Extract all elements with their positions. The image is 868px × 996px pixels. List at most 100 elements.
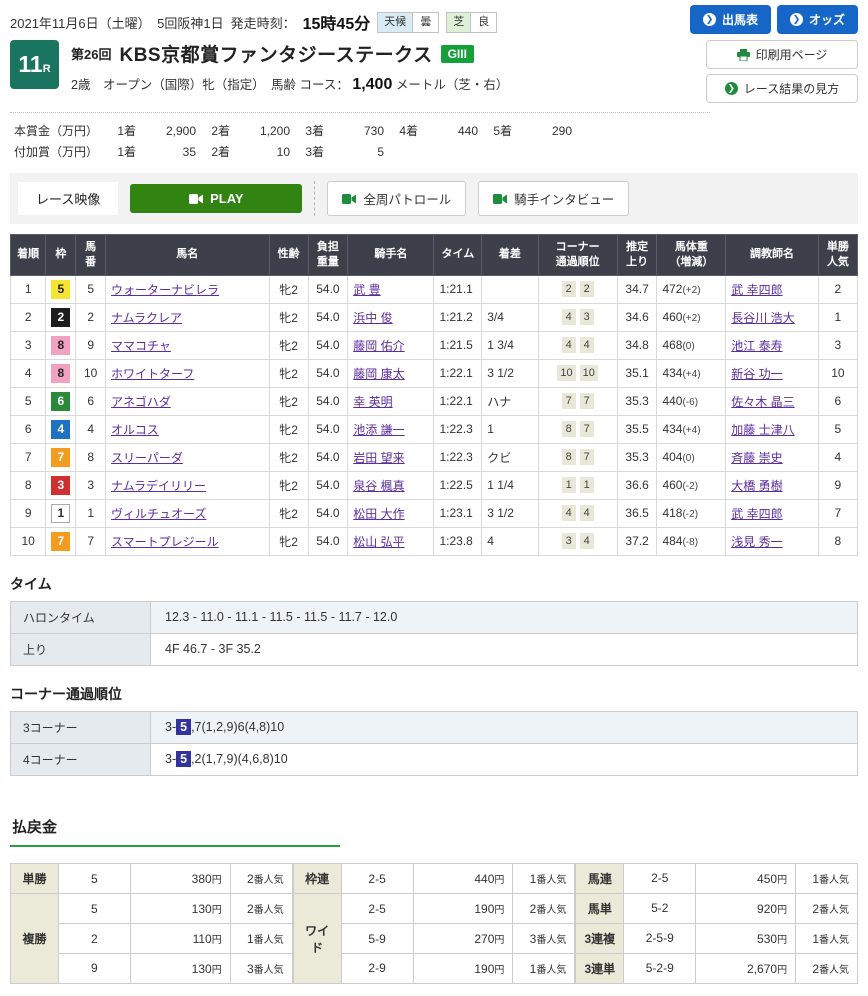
fav-unit: 番人気 (254, 875, 284, 886)
trio-fav: 1番人気 (796, 923, 858, 953)
trainer-cell: 浅見 秀一 (726, 527, 819, 555)
horse-link[interactable]: アネゴハダ (111, 395, 171, 409)
horse-link[interactable]: スリーパーダ (111, 451, 183, 465)
col-number: 馬 番 (76, 235, 106, 276)
horse-weight: 404 (662, 450, 682, 464)
waku-badge: 4 (51, 420, 70, 439)
amount-value: 130 (192, 962, 212, 976)
table-row: 9 1 1 ヴィルチュオーズ 牝2 54.0 松田 大作 1:23.1 3 1/… (11, 499, 858, 527)
trainer-link[interactable]: 大橋 勇樹 (731, 479, 782, 493)
horse-link[interactable]: オルコス (111, 423, 159, 437)
trainer-link[interactable]: 池江 泰寿 (731, 339, 782, 353)
waku-cell: 8 (46, 359, 76, 387)
horse-link[interactable]: ウォーターナビレラ (111, 283, 219, 297)
col-waku: 枠 (46, 235, 76, 276)
weather-badge: 天候 曇 (377, 12, 439, 33)
trio-label: 3連複 (576, 923, 624, 953)
corner-order-cell: 87 (538, 443, 617, 471)
trainer-link[interactable]: 斉藤 崇史 (731, 451, 782, 465)
place-fav: 1番人気 (230, 924, 292, 954)
entries-button[interactable]: ❯ 出馬表 (690, 5, 771, 34)
odds-button[interactable]: ❯ オッズ (777, 5, 858, 34)
corner-pass-1: 4 (562, 309, 576, 325)
fav-value: 2 (247, 902, 254, 916)
trainer-link[interactable]: 武 幸四郎 (731, 507, 782, 521)
finish-position: 7 (11, 443, 46, 471)
play-button[interactable]: PLAY (130, 184, 302, 213)
fav-unit: 番人気 (536, 965, 566, 976)
horse-link[interactable]: ナムラデイリリー (111, 479, 206, 493)
trio-amount: 530円 (696, 923, 796, 953)
corner-order-cell: 22 (538, 275, 617, 303)
jockey-link[interactable]: 武 豊 (353, 283, 380, 297)
quinella-amount: 450円 (696, 863, 796, 893)
place-label: 3着 (294, 142, 326, 161)
fav-unit: 番人気 (254, 935, 284, 946)
race-video-button[interactable]: レース映像 (18, 182, 118, 215)
win-label: 単勝 (11, 863, 59, 894)
time-cell: 1:22.3 (434, 443, 482, 471)
fav-unit: 番人気 (819, 905, 849, 916)
horse-link[interactable]: ヴィルチュオーズ (111, 507, 206, 521)
trainer-link[interactable]: 佐々木 晶三 (731, 395, 794, 409)
prize-amount: 5 (328, 142, 386, 161)
side-actions: 印刷用ページ ❯ レース結果の見方 (706, 40, 858, 103)
place-row: 複勝 5 130円 2番人気 (11, 894, 293, 924)
jockey-link[interactable]: 松田 大作 (353, 507, 404, 521)
jockey-cell: 武 豊 (348, 275, 434, 303)
patrol-video-button[interactable]: 全周パトロール (327, 181, 466, 216)
trainer-link[interactable]: 武 幸四郎 (731, 283, 782, 297)
horse-name-cell: ヴィルチュオーズ (106, 499, 270, 527)
place-combo: 5 (58, 894, 130, 924)
jockey-interview-button[interactable]: 騎手インタビュー (478, 181, 629, 216)
horse-link[interactable]: スマートプレジール (111, 535, 219, 549)
win-favorite: 4 (818, 443, 857, 471)
yen-unit: 円 (212, 935, 222, 946)
amount-value: 2,670 (747, 962, 777, 976)
jockey-link[interactable]: 藤岡 佑介 (353, 339, 404, 353)
trainer-link[interactable]: 長谷川 浩大 (731, 311, 794, 325)
corner-pass-1: 4 (562, 505, 576, 521)
place-combo: 2 (58, 924, 130, 954)
jockey-cell: 幸 英明 (348, 387, 434, 415)
col-corner: コーナー 通過順位 (538, 235, 617, 276)
jockey-link[interactable]: 幸 英明 (353, 395, 392, 409)
amount-value: 270 (474, 932, 494, 946)
finish-position: 4 (11, 359, 46, 387)
last-3f: 36.5 (617, 499, 657, 527)
yen-unit: 円 (494, 875, 504, 886)
corner-pass-1: 10 (557, 365, 575, 381)
result-guide-button[interactable]: ❯ レース結果の見方 (706, 74, 858, 103)
jockey-link[interactable]: 浜中 俊 (353, 311, 392, 325)
horse-link[interactable]: ナムラクレア (111, 311, 182, 325)
corner-order-cell: 11 (538, 471, 617, 499)
exacta-amount: 920円 (696, 893, 796, 923)
trainer-link[interactable]: 浅見 秀一 (731, 535, 782, 549)
yen-unit: 円 (777, 905, 787, 916)
jockey-link[interactable]: 岩田 望来 (353, 451, 404, 465)
corner3-suffix: ,7(1,2,9)6(4,8)10 (191, 720, 284, 734)
corner-section-title: コーナー通過順位 (10, 684, 858, 704)
fav-value: 1 (530, 962, 537, 976)
prize-amount: 440 (422, 121, 480, 140)
corner-pass-1: 8 (562, 421, 576, 437)
place-amount: 110円 (130, 924, 230, 954)
furlong-time-row: ハロンタイム 12.3 - 11.0 - 11.1 - 11.5 - 11.5 … (11, 601, 858, 633)
sex-age: 牝2 (269, 443, 308, 471)
jockey-link[interactable]: 池添 謙一 (353, 423, 404, 437)
trainer-link[interactable]: 加藤 士津八 (731, 423, 794, 437)
sex-age: 牝2 (269, 499, 308, 527)
jockey-cell: 岩田 望来 (348, 443, 434, 471)
jockey-link[interactable]: 松山 弘平 (353, 535, 404, 549)
horse-link[interactable]: ホワイトターフ (111, 367, 194, 381)
trainer-cell: 新谷 功一 (726, 359, 819, 387)
jockey-link[interactable]: 泉谷 楓真 (353, 479, 404, 493)
waku-cell: 6 (46, 387, 76, 415)
print-page-button[interactable]: 印刷用ページ (706, 40, 858, 69)
fav-unit: 番人気 (819, 875, 849, 886)
win-row: 単勝 5 380円 2番人気 (11, 863, 293, 894)
table-row: 6 4 4 オルコス 牝2 54.0 池添 謙一 1:22.3 1 87 35.… (11, 415, 858, 443)
jockey-link[interactable]: 藤岡 康太 (353, 367, 404, 381)
horse-link[interactable]: ママコチャ (111, 339, 171, 353)
trainer-link[interactable]: 新谷 功一 (731, 367, 782, 381)
